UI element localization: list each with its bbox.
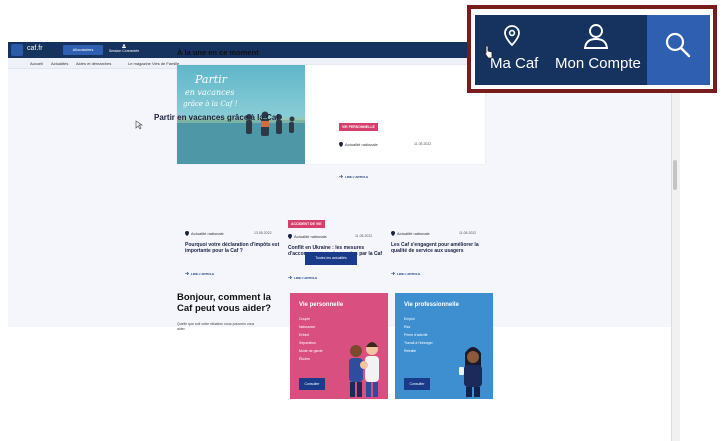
card-links: Emploi Rsa Prime d'activité Travail à l'… <box>404 317 433 357</box>
section-title: À la une en ce moment <box>177 48 259 57</box>
article-date: 11.05.2022 <box>459 231 477 235</box>
worker-illustration <box>459 347 482 397</box>
scrollbar-thumb[interactable] <box>673 160 677 190</box>
session-label: Session Connectée <box>108 49 140 54</box>
pointer-cursor-icon <box>482 45 493 59</box>
card-link[interactable]: Études <box>299 357 323 361</box>
featured-title[interactable]: Partir en vacances grâce à la Caf <box>154 113 279 122</box>
nav-magazine[interactable]: Le magazine Vies de Famille <box>128 61 179 66</box>
svg-text:grâce à la Caf !: grâce à la Caf ! <box>183 100 238 108</box>
location-pin-icon <box>288 234 292 239</box>
card-link[interactable]: Mode de garde <box>299 349 323 353</box>
card-title: Vie professionnelle <box>404 302 459 308</box>
cursor-icon <box>135 120 143 130</box>
article-title[interactable]: Pourquoi votre déclaration d'impôts est … <box>185 242 280 254</box>
card-link[interactable]: Retraite <box>404 349 433 353</box>
card-link[interactable]: Prime d'activité <box>404 333 433 337</box>
session-status[interactable]: Session Connectée <box>104 44 144 53</box>
card-link[interactable]: Rsa <box>404 325 433 329</box>
article-badge: ACCIDENT DE VIE <box>288 220 325 228</box>
location-pin-icon <box>504 25 520 47</box>
location-pin-icon <box>339 142 343 147</box>
location-pin-icon <box>391 231 395 236</box>
ma-caf-label: Ma Caf <box>490 55 539 72</box>
caf-logo[interactable] <box>11 44 23 56</box>
consulter-button[interactable]: Consulter <box>404 378 430 390</box>
featured-read-more[interactable]: LIRE L'ARTICLE <box>345 175 368 179</box>
svg-text:en vacances: en vacances <box>185 88 234 97</box>
card-link[interactable]: Travail à l'étranger <box>404 341 433 345</box>
all-news-button[interactable]: Toutes les actualités <box>305 252 357 265</box>
featured-tag: Actualité nationale <box>345 142 378 147</box>
card-link[interactable]: Naissance <box>299 325 323 329</box>
card-link[interactable]: Enfant <box>299 333 323 337</box>
mon-compte-label: Mon Compte <box>555 55 641 72</box>
article-date: 11.05.2022 <box>355 234 373 238</box>
article-tag: Actualité nationale <box>294 234 327 239</box>
featured-badge: VIE PERSONNELLE <box>339 123 378 131</box>
location-pin-icon <box>185 231 189 236</box>
article-read-more[interactable]: LIRE L'ARTICLE <box>294 276 317 280</box>
search-icon <box>665 32 691 58</box>
article-read-more[interactable]: LIRE L'ARTICLE <box>397 272 420 276</box>
card-link[interactable]: Couple <box>299 317 323 321</box>
article-tag: Actualité nationale <box>397 231 430 236</box>
arrow-right-icon <box>391 272 395 275</box>
page-scrollbar[interactable] <box>671 42 680 441</box>
arrow-right-icon <box>339 175 343 178</box>
article-tag: Actualité nationale <box>191 231 224 236</box>
card-link[interactable]: Emploi <box>404 317 433 321</box>
family-illustration <box>349 342 379 397</box>
article-read-more[interactable]: LIRE L'ARTICLE <box>191 272 214 276</box>
article-date: 13.05.2022 <box>254 231 272 235</box>
arrow-right-icon <box>288 276 292 279</box>
nav-accueil[interactable]: Accueil <box>30 61 43 66</box>
user-icon <box>583 24 609 49</box>
vie-professionnelle-card: Vie professionnelle Emploi Rsa Prime d'a… <box>395 293 493 399</box>
card-title: Vie personnelle <box>299 302 344 308</box>
logo-text: caf.fr <box>27 45 43 52</box>
vie-personnelle-card: Vie personnelle Couple Naissance Enfant … <box>290 293 388 399</box>
audience-dropdown[interactable]: Allocataires <box>63 45 103 55</box>
card-links: Couple Naissance Enfant Séparation Mode … <box>299 317 323 365</box>
nav-actualites[interactable]: Actualités <box>51 61 68 66</box>
session-user-icon <box>122 44 126 48</box>
card-link[interactable]: Séparation <box>299 341 323 345</box>
zoomed-search-button[interactable] <box>647 15 710 85</box>
article-title[interactable]: Les Caf s'engagent pour améliorer la qua… <box>391 242 486 254</box>
featured-date: 11.05.2022 <box>414 142 432 146</box>
nav-aides-demarches[interactable]: Aides et démarches <box>76 61 111 66</box>
consulter-button[interactable]: Consulter <box>299 378 325 390</box>
svg-text:Partir: Partir <box>194 73 228 86</box>
help-title: Bonjour, comment la Caf peut vous aider? <box>177 292 271 314</box>
arrow-right-icon <box>185 272 189 275</box>
help-subtitle: Quelle que soit votre situation nous pou… <box>177 322 255 331</box>
